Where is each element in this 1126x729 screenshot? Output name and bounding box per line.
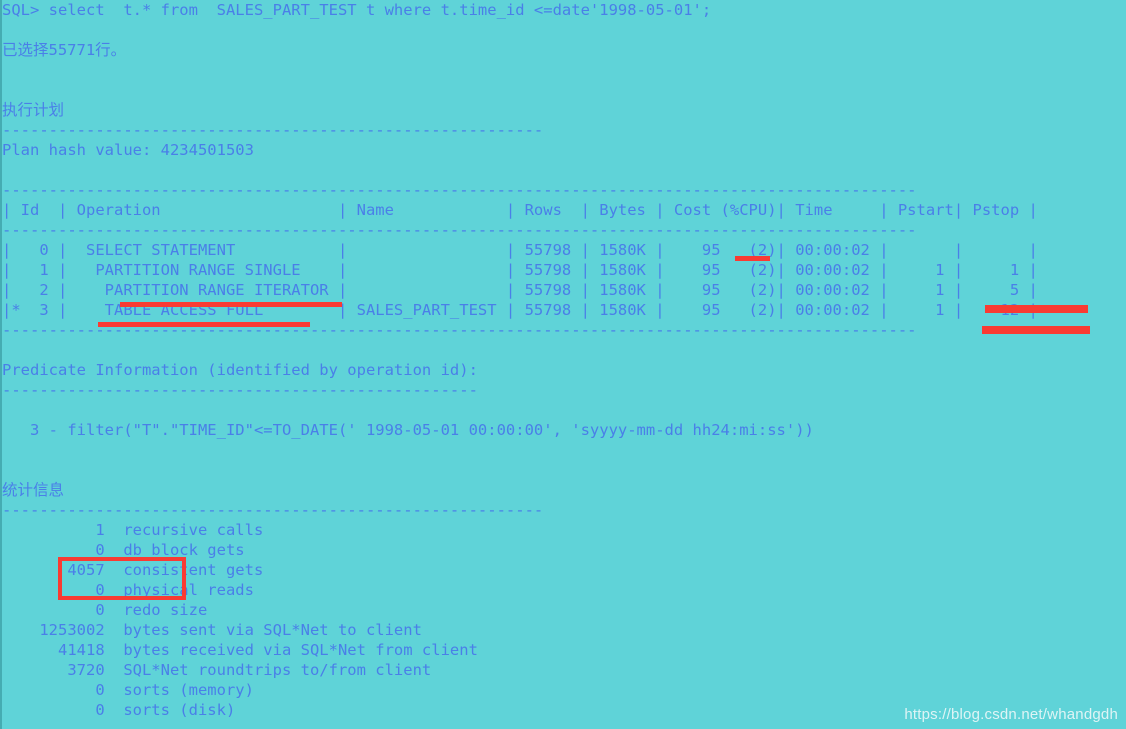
terminal-line: 1253002 bytes sent via SQL*Net to client: [2, 621, 422, 639]
terminal-line: 3 - filter("T"."TIME_ID"<=TO_DATE(' 1998…: [2, 421, 814, 439]
terminal-line: | 2 | PARTITION RANGE ITERATOR | | 55798…: [2, 281, 1038, 299]
terminal-line: |* 3 | TABLE ACCESS FULL | SALES_PART_TE…: [2, 301, 1038, 319]
terminal-line: 0 db block gets: [2, 541, 245, 559]
terminal-line: 统计信息: [2, 481, 65, 499]
terminal-line: | 1 | PARTITION RANGE SINGLE | | 55798 |…: [2, 261, 1038, 279]
terminal-line: ----------------------------------------…: [2, 501, 544, 519]
watermark: https://blog.csdn.net/whandgdh: [904, 706, 1118, 723]
terminal-line: 4057 consistent gets: [2, 561, 264, 579]
terminal-line: ----------------------------------------…: [2, 181, 917, 199]
terminal-line: ----------------------------------------…: [2, 221, 917, 239]
terminal-line: 1 recursive calls: [2, 521, 264, 539]
terminal-line: 执行计划: [2, 101, 65, 119]
terminal-line: ----------------------------------------…: [2, 381, 478, 399]
terminal-line: 0 physical reads: [2, 581, 254, 599]
terminal-line: | 0 | SELECT STATEMENT | | 55798 | 1580K…: [2, 241, 1038, 259]
terminal-line: | Id | Operation | Name | Rows | Bytes |…: [2, 201, 1038, 219]
terminal-line: SQL> select t.* from SALES_PART_TEST t w…: [2, 1, 712, 19]
terminal-line: 已选择55771行。: [2, 41, 127, 59]
terminal-line: 0 redo size: [2, 601, 208, 619]
terminal-line: 41418 bytes received via SQL*Net from cl…: [2, 641, 478, 659]
terminal-line: Predicate Information (identified by ope…: [2, 361, 478, 379]
terminal-line: 0 sorts (memory): [2, 681, 254, 699]
terminal-output: SQL> select t.* from SALES_PART_TEST t w…: [0, 0, 1126, 729]
terminal-line: ----------------------------------------…: [2, 321, 917, 339]
terminal-line: ----------------------------------------…: [2, 121, 544, 139]
terminal-line: Plan hash value: 4234501503: [2, 141, 254, 159]
terminal-line: 3720 SQL*Net roundtrips to/from client: [2, 661, 432, 679]
terminal-screen: SQL> select t.* from SALES_PART_TEST t w…: [0, 0, 1126, 729]
